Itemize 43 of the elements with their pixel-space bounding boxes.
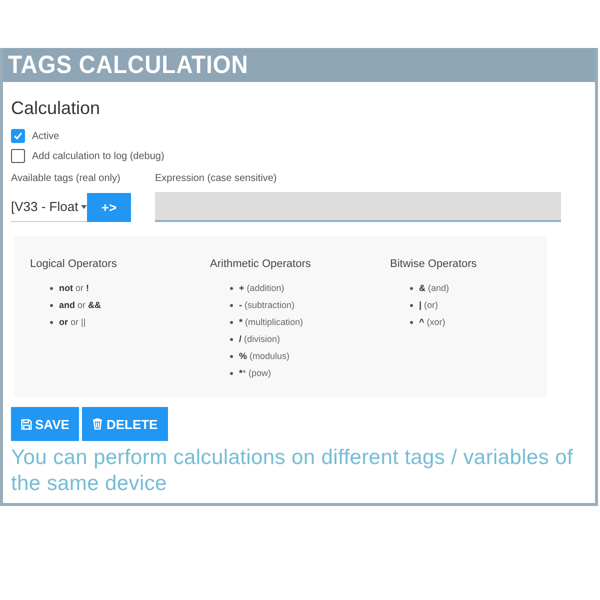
operator-item: | (or) [419, 299, 438, 311]
operator-item: / (division) [239, 333, 280, 345]
operator-item: & (and) [419, 282, 450, 294]
checkbox[interactable] [11, 129, 25, 143]
field-label: Available tags (real only) [11, 173, 122, 184]
delete-button[interactable]: DELETE [82, 407, 168, 441]
bullet-icon [50, 304, 53, 306]
bullet-icon [50, 286, 53, 290]
page-title: TAGS CALCULATION [8, 50, 248, 80]
operator-item: or or || [59, 316, 86, 328]
checkbox[interactable] [11, 149, 25, 163]
group-title: Logical Operators [30, 258, 118, 270]
bullet-icon [410, 304, 413, 306]
bullet-icon [410, 286, 413, 290]
add-tag-button[interactable]: +> [87, 192, 131, 222]
bullet-icon [230, 320, 233, 324]
operator-item: - (subtraction) [239, 299, 295, 311]
bullet-icon [230, 354, 233, 358]
bullet-icon [50, 320, 53, 324]
checkbox-label: Add calculation to log (debug) [32, 150, 164, 162]
operator-item: + (addition) [239, 282, 284, 294]
bullet-icon [230, 372, 233, 374]
save-icon [21, 418, 32, 430]
operator-item: not or ! [59, 282, 90, 294]
bullet-icon [230, 286, 233, 290]
field-label: Expression (case sensitive) [155, 173, 278, 184]
bullet-icon [230, 338, 233, 340]
caption: You can perform calculations on different tags / variables of the same device [11, 445, 574, 497]
caret-icon [81, 204, 87, 208]
operator-item: * (multiplication) [239, 316, 304, 328]
bullet-icon [230, 304, 233, 306]
trash-icon [92, 418, 104, 430]
checkbox-label: Active [32, 130, 60, 142]
bullet-icon [410, 320, 413, 324]
group-title: Bitwise Operators [390, 258, 478, 270]
save-button[interactable]: SAVE [11, 407, 80, 441]
group-title: Arithmetic Operators [210, 258, 312, 270]
expression-field[interactable] [155, 192, 561, 222]
operator-item: ^ (xor) [419, 316, 446, 328]
section-title: Calculation [11, 98, 102, 119]
operator-item: and or && [59, 299, 102, 311]
operator-item: % (modulus) [239, 350, 290, 362]
operator-item: ** (pow) [239, 367, 272, 379]
